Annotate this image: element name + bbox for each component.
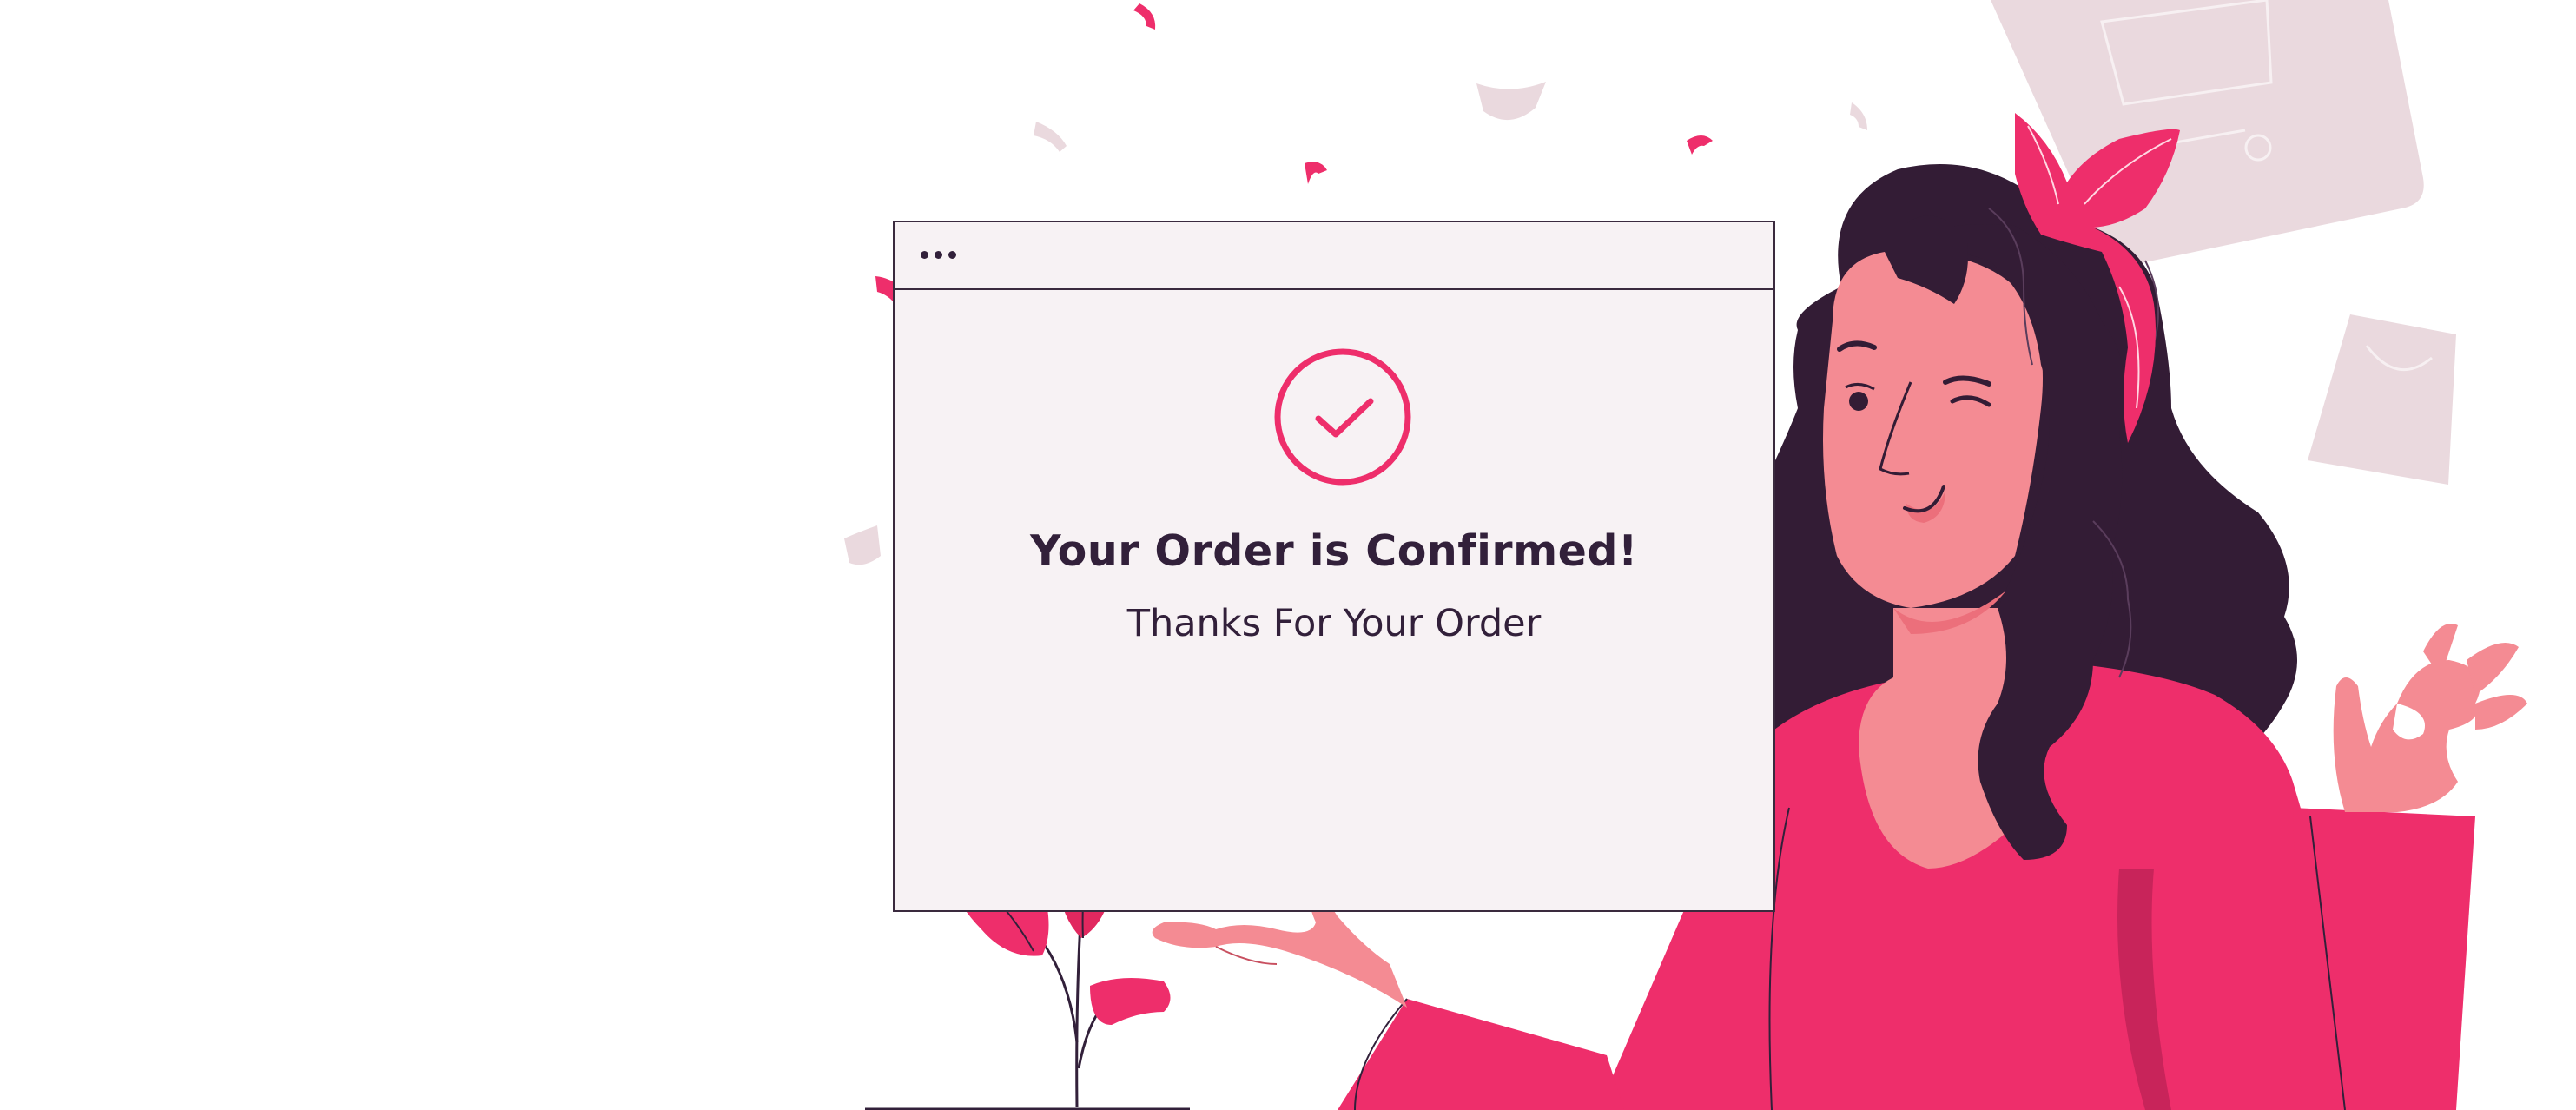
- confirmation-window: Your Order is Confirmed! Thanks For Your…: [893, 221, 1775, 912]
- order-confirmed-title: Your Order is Confirmed!: [1030, 526, 1638, 576]
- window-dot: [935, 251, 942, 259]
- check-circle-icon: [1274, 348, 1411, 486]
- background-card-small: [2308, 314, 2456, 485]
- window-dot: [948, 251, 956, 259]
- order-confirmation-illustration: Your Order is Confirmed! Thanks For Your…: [0, 0, 2576, 1110]
- window-titlebar: [895, 222, 1773, 290]
- order-thanks-subtitle: Thanks For Your Order: [1126, 602, 1542, 645]
- window-dot: [921, 251, 928, 259]
- dots-icon: [921, 251, 956, 259]
